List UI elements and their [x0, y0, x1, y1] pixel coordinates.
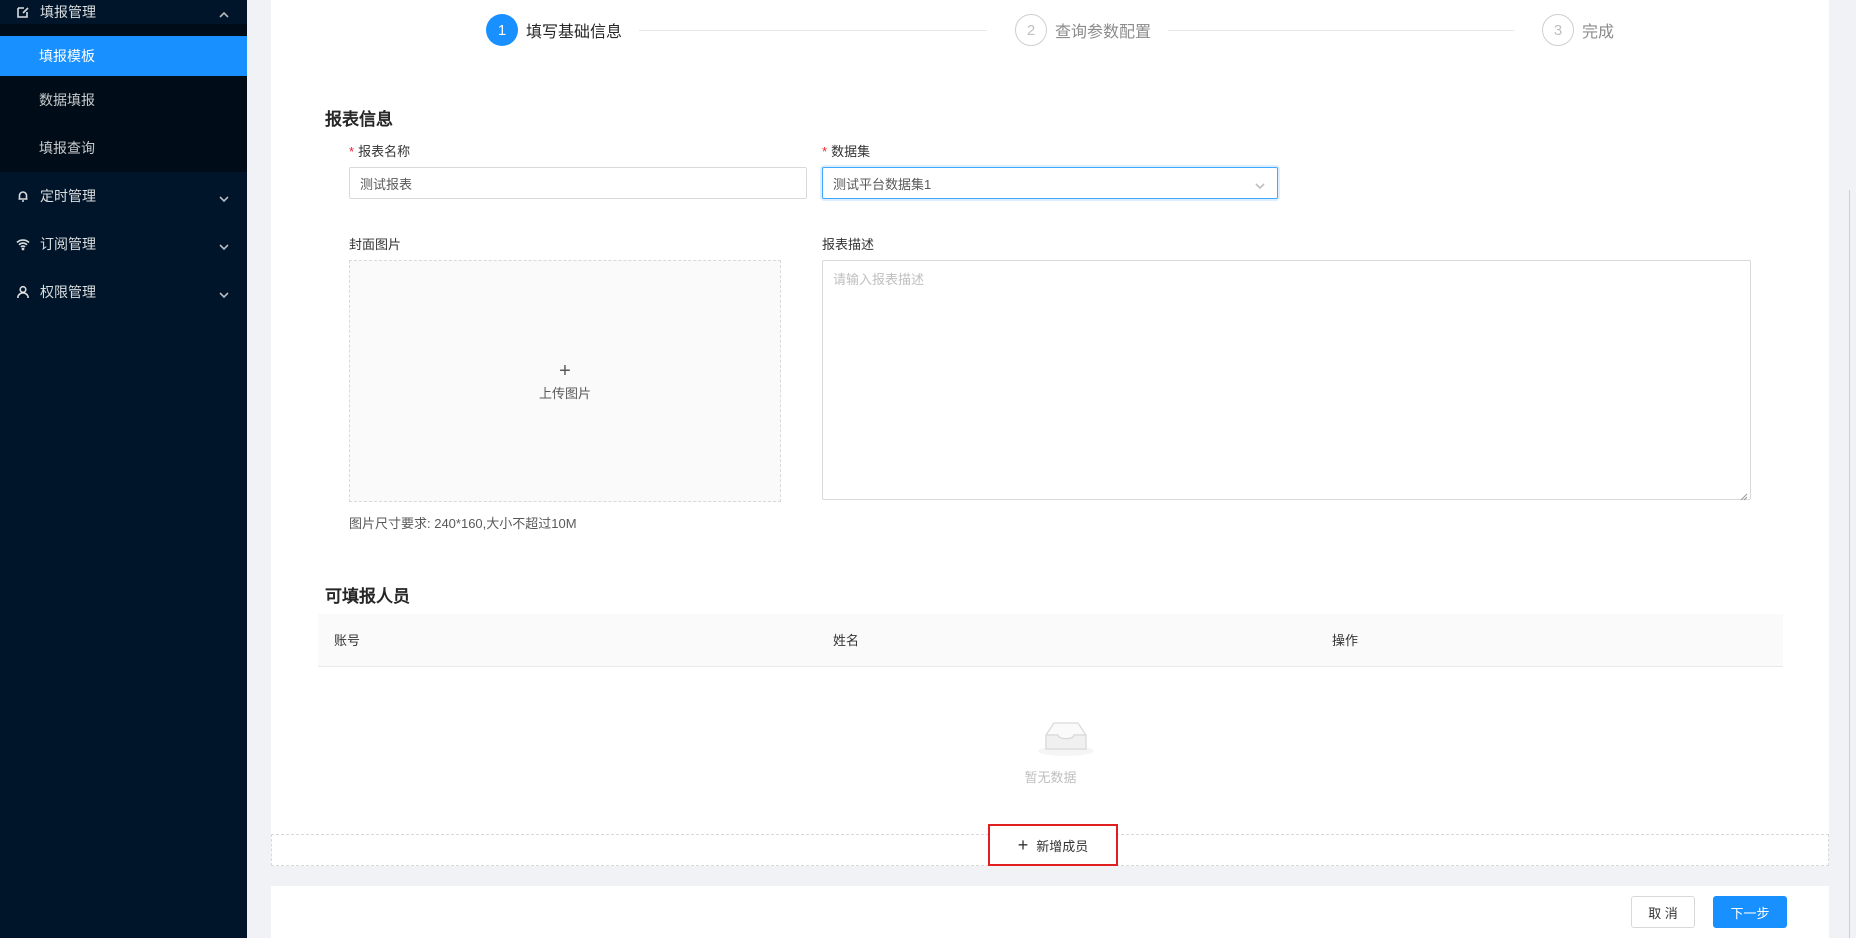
step-3: 3 完成 [1542, 14, 1614, 46]
sidebar-group-permission[interactable]: 权限管理 [0, 268, 247, 316]
step-title: 填写基础信息 [526, 24, 623, 41]
edit-icon [16, 5, 30, 19]
chevron-down-icon [1255, 179, 1265, 190]
input-value: 测试报表 [360, 176, 413, 192]
steps-progress: 1 填写基础信息 2 查询参数配置 3 完成 [486, 14, 1636, 48]
chevron-down-icon [219, 287, 229, 299]
report-name-label: * 报表名称 [349, 141, 410, 160]
section-title-members: 可填报人员 [325, 587, 410, 606]
step-number: 1 [486, 14, 518, 46]
step-2: 2 查询参数配置 [1015, 14, 1151, 46]
sidebar-group-label: 订阅管理 [40, 236, 96, 252]
members-table-header: 账号 姓名 操作 [318, 614, 1783, 667]
sidebar-item-fill-template[interactable]: 填报模板 [0, 36, 247, 76]
column-header-actions: 操作 [1332, 633, 1359, 648]
add-member-button[interactable]: + 新增成员 [988, 824, 1118, 866]
label-text: 数据集 [831, 144, 871, 159]
cover-image-label: 封面图片 [349, 237, 402, 252]
cover-upload-area[interactable]: + 上传图片 [349, 260, 781, 502]
report-description-label: 报表描述 [822, 237, 875, 252]
wifi-icon [16, 237, 30, 251]
bell-icon [16, 189, 30, 203]
column-header-name: 姓名 [833, 633, 860, 648]
plus-icon: + [559, 359, 571, 382]
step-connector [639, 30, 987, 31]
sidebar-submenu: 填报模板 数据填报 填报查询 [0, 24, 247, 172]
empty-text: 暂无数据 [1024, 770, 1077, 785]
report-name-input[interactable]: 测试报表 [349, 167, 807, 199]
chevron-down-icon [219, 239, 229, 251]
cover-size-hint: 图片尺寸要求: 240*160,大小不超过10M [349, 516, 577, 531]
sidebar-group-subscription[interactable]: 订阅管理 [0, 220, 247, 268]
textarea-placeholder: 请输入报表描述 [833, 272, 925, 287]
main-card: 1 填写基础信息 2 查询参数配置 3 完成 报表信息 * 报表名称 测试报表 *… [271, 0, 1829, 866]
column-header-account: 账号 [334, 633, 361, 648]
step-1: 1 填写基础信息 [486, 14, 622, 46]
resize-handle-icon[interactable] [1740, 489, 1748, 501]
required-mark: * [822, 144, 828, 159]
step-title: 查询参数配置 [1055, 24, 1152, 41]
label-text: 报表名称 [358, 144, 411, 159]
scrollbar-thumb[interactable] [1849, 190, 1850, 938]
section-title-report-info: 报表信息 [325, 110, 393, 129]
sidebar-group-label: 定时管理 [40, 188, 96, 204]
select-value: 测试平台数据集1 [833, 176, 932, 192]
empty-inbox-icon [1038, 722, 1094, 756]
required-mark: * [349, 144, 355, 159]
step-number: 2 [1015, 14, 1047, 46]
sidebar-item-label: 填报查询 [39, 140, 95, 156]
sidebar-item-data-fill[interactable]: 数据填报 [0, 76, 247, 124]
step-number: 3 [1542, 14, 1574, 46]
plus-icon: + [1017, 835, 1029, 855]
report-description-textarea[interactable]: 请输入报表描述 [822, 260, 1751, 501]
dataset-select[interactable]: 测试平台数据集1 [822, 167, 1278, 199]
members-table-empty: 暂无数据 [318, 667, 1783, 835]
sidebar-group-label: 权限管理 [40, 284, 96, 300]
step-connector [1168, 30, 1514, 31]
upload-label: 上传图片 [538, 385, 591, 401]
sidebar-group-schedule[interactable]: 定时管理 [0, 172, 247, 220]
chevron-down-icon [219, 191, 229, 203]
sidebar-item-fill-query[interactable]: 填报查询 [0, 124, 247, 172]
chevron-up-icon [219, 7, 229, 18]
step-title: 完成 [1582, 24, 1615, 41]
scrollbar-track[interactable] [1845, 0, 1856, 938]
sidebar-item-label: 填报模板 [39, 48, 95, 64]
add-member-label: 新增成员 [1036, 838, 1089, 854]
sidebar-group-fill-management[interactable]: 填报管理 [0, 0, 247, 24]
sidebar: 填报管理 填报模板 数据填报 填报查询 定时管理 订阅管理 权限管理 [0, 0, 247, 938]
user-icon [16, 285, 30, 299]
sidebar-group-label: 填报管理 [40, 4, 96, 20]
sidebar-item-label: 数据填报 [39, 92, 95, 108]
cancel-button[interactable]: 取 消 [1631, 896, 1695, 928]
form-footer: 取 消 下一步 [271, 886, 1829, 938]
next-step-button[interactable]: 下一步 [1713, 896, 1787, 928]
dataset-label: * 数据集 [822, 141, 870, 160]
